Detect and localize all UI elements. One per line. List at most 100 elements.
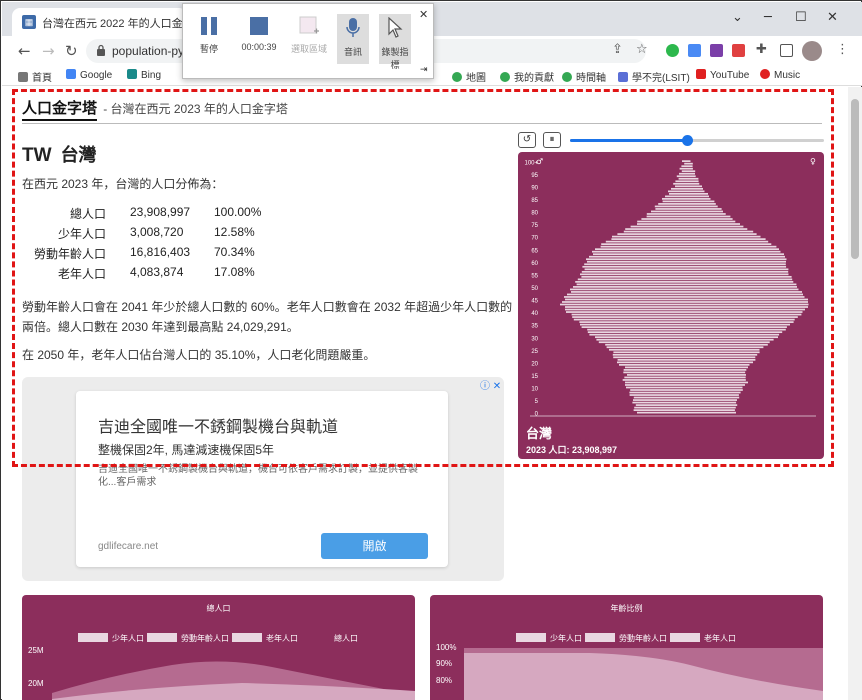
more-menu-icon[interactable]: ⋮ (836, 42, 849, 57)
pause-small-icon: ⏸ (549, 134, 555, 145)
bookmark-music[interactable]: Music (760, 69, 800, 81)
ad-info-icon[interactable]: ⓘ (480, 381, 490, 392)
close-window-icon[interactable]: ✕ (827, 10, 838, 25)
record-cursor-toggle[interactable]: 錄製指標 (379, 14, 411, 70)
pyramid-bar-male (634, 406, 685, 409)
pyramid-bar-female (685, 185, 702, 188)
pyramid-bar-female (685, 371, 746, 374)
ad-choices-icons[interactable]: ⓘ ✕ (480, 377, 501, 392)
audio-toggle[interactable]: 音訊 (337, 14, 369, 64)
pyramid-bar-male (589, 255, 685, 258)
vertical-scrollbar[interactable] (848, 87, 862, 700)
extensions-puzzle-icon[interactable]: ✚ (756, 42, 767, 57)
reload-icon[interactable]: ↻ (65, 42, 78, 60)
select-region-icon (299, 16, 319, 34)
pyramid-bar-female (685, 384, 745, 386)
back-icon[interactable]: ← (18, 42, 31, 60)
pyramid-bar-female (685, 225, 744, 228)
pyramid-bar-female (685, 399, 737, 401)
replay-button[interactable]: ↺ (518, 132, 536, 148)
pyramid-bar-male (577, 278, 685, 281)
ad-subline: 整機保固2年, 馬達減速機保固5年 (98, 443, 275, 457)
pyramid-bar-female (685, 230, 754, 233)
stop-button[interactable]: 00:00:39 (237, 16, 281, 52)
maximize-icon[interactable]: ☐ (795, 10, 807, 25)
bookmark-maps[interactable]: 地圖 (452, 69, 486, 84)
year-slider[interactable] (570, 135, 824, 146)
pyramid-bar-female (685, 301, 808, 303)
pyramid-bar-female (685, 195, 709, 198)
browser-tab[interactable]: ▦ 台灣在西元 2022 年的人口金字塔 (12, 8, 187, 36)
flipboard-extension-icon[interactable] (732, 44, 745, 57)
pause-animation-button[interactable]: ⏸ (543, 132, 561, 148)
bookmark-timeline[interactable]: 時間軸 (562, 69, 606, 84)
pyramid-bar-male (623, 371, 685, 374)
bookmark-home[interactable]: 首頁 (18, 69, 52, 84)
bookmark-contributions[interactable]: 我的貢獻 (500, 69, 554, 84)
pyramid-bar-male (581, 275, 685, 278)
pyramid-bar-female (685, 361, 753, 364)
tab-title: 台灣在西元 2022 年的人口金字塔 (42, 18, 182, 30)
profile-avatar[interactable] (802, 41, 822, 61)
select-region-button[interactable]: 選取區域 (291, 16, 327, 55)
pause-button[interactable]: 暫停 (195, 16, 223, 55)
pyramid-bar-male (623, 230, 685, 233)
bookmark-google[interactable]: Google (66, 69, 112, 81)
ad-close-icon[interactable]: ✕ (493, 381, 501, 392)
stat-value: 23,908,997 (130, 205, 191, 219)
pyramid-bar-female (685, 318, 795, 321)
forecast-line-1: 勞動年齡人口會在 2041 年少於總人口數的 60%。老年人口數會在 2032 … (22, 300, 513, 314)
bookmark-youtube[interactable]: YouTube (696, 69, 749, 81)
age-tick-label: 80 (531, 211, 538, 217)
forward-icon[interactable]: → (42, 42, 55, 60)
pyramid-bar-male (580, 323, 685, 326)
pyramid-bar-female (685, 326, 787, 328)
translate-extension-icon[interactable] (688, 44, 701, 57)
bookmark-star-icon[interactable]: ☆ (636, 42, 648, 57)
pyramid-bar-male (581, 326, 685, 328)
advertisement-card[interactable]: 吉迪全國唯一不銹鋼製機台與軌道 整機保固2年, 馬達減速機保固5年 吉迪全國唯一… (76, 391, 448, 567)
bookmark-bing[interactable]: Bing (127, 69, 161, 81)
page-heading: 人口金字塔 - 台灣在西元 2023 年的人口金字塔 (22, 97, 288, 121)
pyramid-bar-male (572, 316, 685, 318)
pyramid-bar-female (685, 328, 786, 331)
population-pyramid-chart: 100+ 95 90 85 80 75 70 65 60 55 50 45 40 35 30 25 20 15 10… (518, 152, 824, 459)
pyramid-bar-female (685, 268, 789, 271)
onenote-extension-icon[interactable] (710, 44, 723, 57)
country-heading: TW 台灣 (22, 141, 97, 167)
pyramid-bar-female (685, 409, 735, 411)
pyramid-bar-female (685, 389, 743, 391)
pyramid-bar-female (685, 213, 726, 215)
pyramid-bar-female (685, 228, 748, 230)
evernote-extension-icon[interactable] (666, 44, 679, 57)
stat-percent: 70.34% (214, 245, 255, 259)
pyramid-bar-male (579, 321, 685, 323)
minimize-icon[interactable]: ─ (764, 10, 772, 25)
ad-headline[interactable]: 吉迪全國唯一不銹鋼製機台與軌道 (98, 413, 338, 437)
age-tick-label: 45 (531, 299, 538, 305)
pyramid-bar-male (613, 356, 685, 359)
pyramid-bar-male (586, 258, 685, 261)
pyramid-bar-male (600, 245, 685, 248)
pyramid-bar-male (562, 301, 685, 303)
pyramid-bar-female (685, 321, 794, 323)
pyramid-bar-male (613, 351, 685, 354)
side-panel-icon[interactable] (780, 44, 793, 57)
pyramid-bar-female (685, 356, 756, 359)
year-slider-knob[interactable] (681, 135, 693, 146)
pyramid-bar-male (671, 187, 685, 190)
ad-open-button[interactable]: 開啟 (321, 533, 428, 559)
pin-icon[interactable]: ⇥ (420, 64, 428, 75)
share-icon[interactable]: ⇪ (612, 42, 623, 57)
age-ratio-chart: 年齡比例 少年人口 勞動年齡人口 老年人口 100% 90% 80% (430, 595, 823, 700)
pyramid-country-name: 台灣 (526, 426, 553, 441)
tab-search-icon[interactable]: ⌄ (732, 10, 743, 25)
pyramid-bar-male (681, 170, 685, 173)
pause-icon (201, 17, 217, 35)
close-recorder-icon[interactable]: ✕ (419, 8, 428, 21)
bookmark-lsit[interactable]: 學不完(LSIT) (618, 69, 690, 84)
scrollbar-thumb[interactable] (851, 99, 859, 259)
microphone-icon (346, 18, 360, 37)
country-name: 台灣 (60, 145, 97, 165)
pyramid-bar-male (565, 298, 685, 301)
